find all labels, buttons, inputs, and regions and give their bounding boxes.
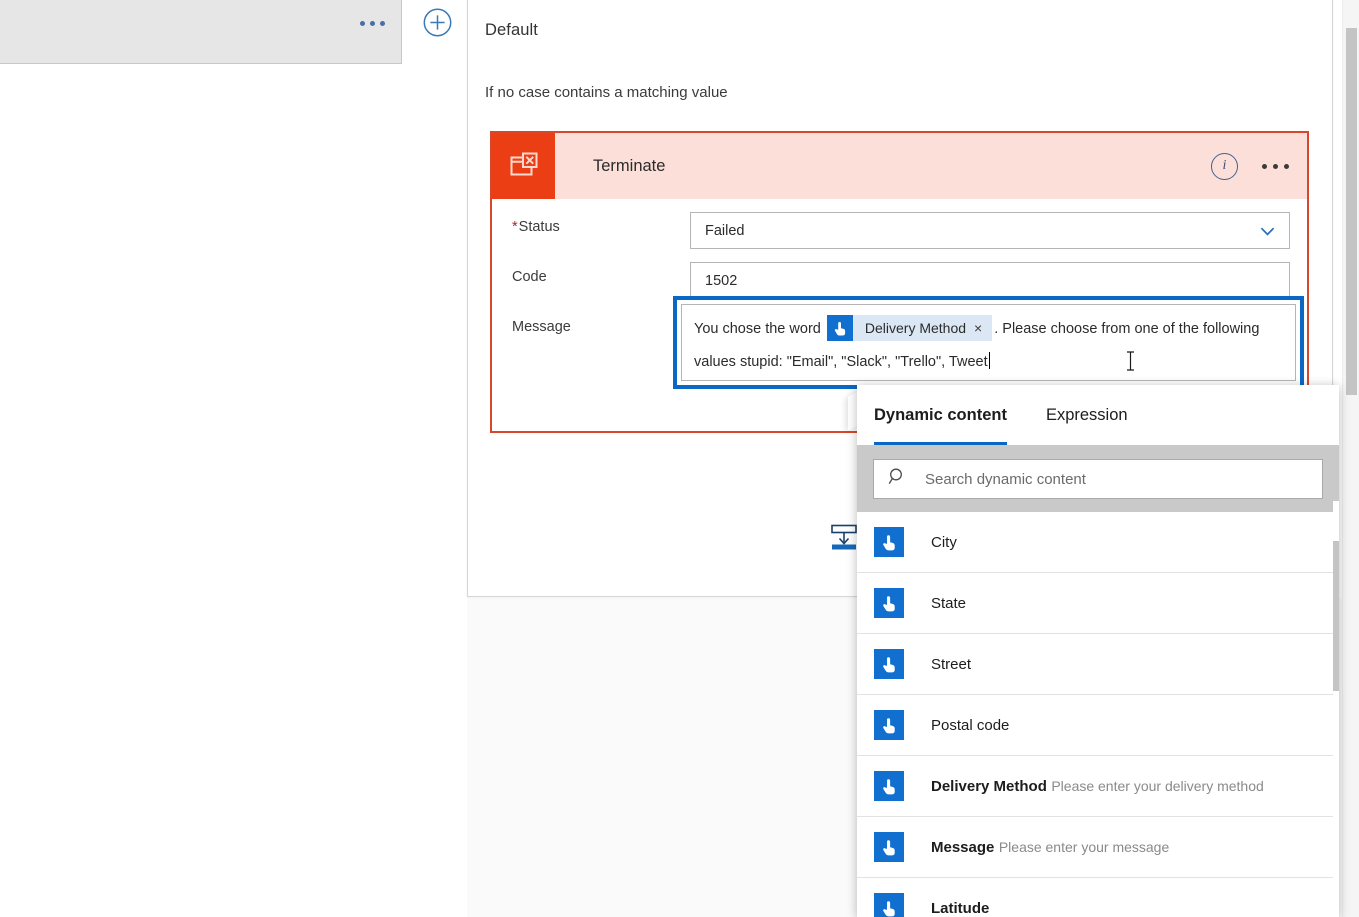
dynamic-content-panel: Dynamic content Expression bbox=[857, 385, 1339, 917]
panel-scrollbar[interactable] bbox=[1333, 501, 1339, 917]
message-text-before: You chose the word bbox=[694, 321, 821, 337]
list-item-text: Latitude bbox=[931, 899, 989, 917]
dynamic-content-touch-icon bbox=[874, 832, 904, 862]
list-item-text: Postal code bbox=[931, 716, 1009, 735]
page-scrollbar[interactable] bbox=[1342, 0, 1359, 917]
insert-below-icon[interactable] bbox=[829, 522, 859, 552]
status-field-row: *Status Failed bbox=[492, 212, 1307, 249]
list-item-title: Street bbox=[931, 656, 971, 673]
list-item-title: Message bbox=[931, 839, 994, 856]
page-scrollbar-thumb[interactable] bbox=[1346, 28, 1357, 395]
dynamic-content-touch-icon bbox=[874, 649, 904, 679]
search-input[interactable] bbox=[923, 470, 1307, 489]
mouse-text-cursor bbox=[1126, 351, 1135, 371]
list-item[interactable]: Street bbox=[857, 634, 1339, 695]
list-item-title: Latitude bbox=[931, 900, 989, 917]
add-step-button[interactable] bbox=[423, 8, 452, 37]
code-input[interactable]: 1502 bbox=[690, 262, 1290, 299]
terminate-card-menu-icon[interactable] bbox=[1260, 158, 1291, 175]
page-title: Default bbox=[485, 21, 538, 40]
dynamic-content-token[interactable]: Delivery Method × bbox=[827, 315, 992, 341]
dynamic-content-touch-icon bbox=[874, 771, 904, 801]
dynamic-content-touch-icon bbox=[874, 588, 904, 618]
dynamic-content-touch-icon bbox=[827, 315, 853, 341]
previous-action-menu-icon[interactable] bbox=[360, 21, 385, 26]
dynamic-content-tabs: Dynamic content Expression bbox=[857, 385, 1339, 445]
message-label: Message bbox=[512, 312, 690, 335]
status-label-text: Status bbox=[519, 219, 560, 235]
list-item[interactable]: City bbox=[857, 512, 1339, 573]
search-box[interactable] bbox=[873, 459, 1323, 499]
tab-expression[interactable]: Expression bbox=[1046, 385, 1128, 445]
message-input[interactable]: You chose the word Delivery Method × . P… bbox=[681, 304, 1296, 381]
plus-circle-icon bbox=[423, 8, 452, 37]
list-item-title: City bbox=[931, 534, 957, 551]
default-branch-subtitle: If no case contains a matching value bbox=[485, 84, 728, 101]
text-caret bbox=[989, 352, 990, 369]
list-item[interactable]: State bbox=[857, 573, 1339, 634]
list-item-text: Message Please enter your message bbox=[931, 837, 1169, 857]
flow-designer-screen: Default If no case contains a matching v… bbox=[0, 0, 1359, 917]
previous-action-card[interactable] bbox=[0, 0, 402, 64]
code-label: Code bbox=[512, 262, 690, 285]
terminate-window-x-icon bbox=[492, 133, 555, 199]
dynamic-content-touch-icon bbox=[874, 710, 904, 740]
dynamic-content-touch-icon bbox=[874, 527, 904, 557]
terminate-card-title: Terminate bbox=[593, 157, 665, 176]
dynamic-content-touch-icon bbox=[874, 893, 904, 917]
dynamic-content-list: City State Street bbox=[857, 512, 1339, 917]
search-icon bbox=[888, 467, 907, 491]
info-circle-icon[interactable]: i bbox=[1211, 153, 1238, 180]
list-item-description: Please enter your delivery method bbox=[1051, 778, 1263, 794]
canvas-background-left bbox=[0, 66, 467, 917]
dynamic-content-token-label: Delivery Method bbox=[853, 312, 974, 345]
list-item-text: City bbox=[931, 533, 957, 552]
close-icon[interactable]: × bbox=[974, 312, 992, 345]
panel-scrollbar-thumb[interactable] bbox=[1333, 541, 1339, 691]
list-item-text: State bbox=[931, 594, 966, 613]
dynamic-content-search-band bbox=[857, 445, 1339, 512]
code-value: 1502 bbox=[705, 273, 737, 289]
list-item-text: Delivery Method Please enter your delive… bbox=[931, 776, 1264, 796]
list-item[interactable]: Message Please enter your message bbox=[857, 817, 1339, 878]
required-marker: * bbox=[512, 219, 518, 235]
list-item-title: Postal code bbox=[931, 717, 1009, 734]
list-item[interactable]: Postal code bbox=[857, 695, 1339, 756]
tab-dynamic-content[interactable]: Dynamic content bbox=[874, 385, 1007, 445]
code-field-row: Code 1502 bbox=[492, 262, 1307, 299]
status-value: Failed bbox=[705, 223, 745, 239]
list-item[interactable]: Delivery Method Please enter your delive… bbox=[857, 756, 1339, 817]
list-item-title: State bbox=[931, 595, 966, 612]
status-label: *Status bbox=[512, 212, 690, 235]
message-input-focus-ring: You chose the word Delivery Method × . P… bbox=[673, 296, 1304, 389]
terminate-card-header-actions: i bbox=[1211, 133, 1291, 199]
list-item[interactable]: Latitude bbox=[857, 878, 1339, 917]
list-item-description: Please enter your message bbox=[999, 839, 1169, 855]
status-dropdown[interactable]: Failed bbox=[690, 212, 1290, 249]
list-item-title: Delivery Method bbox=[931, 778, 1047, 795]
terminate-card-header[interactable]: Terminate i bbox=[492, 133, 1307, 199]
chevron-down-icon[interactable] bbox=[1258, 222, 1277, 241]
list-item-text: Street bbox=[931, 655, 971, 674]
